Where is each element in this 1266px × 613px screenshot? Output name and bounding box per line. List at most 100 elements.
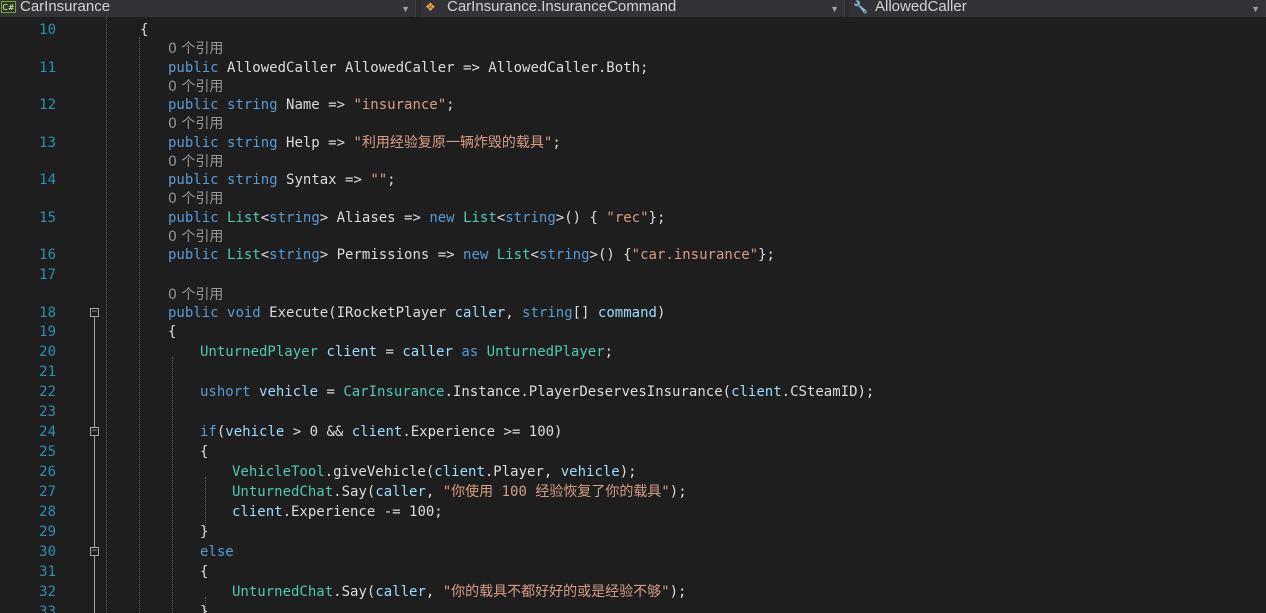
line-number: 19 — [39, 324, 56, 340]
code-token: .Instance.PlayerDeservesInsurance( — [444, 384, 732, 400]
code-token: if — [200, 424, 217, 440]
code-line[interactable]: } — [200, 523, 208, 541]
code-token: List — [227, 210, 261, 226]
member-name: AllowedCaller — [875, 0, 967, 15]
line-number: 28 — [39, 504, 56, 520]
codelens-reference-count[interactable]: 0 个引用 — [168, 41, 223, 57]
code-token: UnturnedChat — [232, 484, 334, 500]
code-token: Execute(IRocketPlayer — [260, 305, 455, 321]
csharp-project-icon: C# — [1, 1, 16, 13]
code-token: public — [168, 135, 219, 151]
code-line[interactable]: UnturnedChat.Say(caller, "你使用 100 经验恢复了你… — [232, 483, 687, 501]
collapse-toggle-icon[interactable]: − — [90, 308, 99, 317]
code-token: "你使用 100 经验恢复了你的载具" — [442, 484, 670, 500]
code-line[interactable]: public AllowedCaller AllowedCaller => Al… — [168, 59, 648, 77]
codelens-reference-count[interactable]: 0 个引用 — [168, 287, 223, 303]
code-token: < — [530, 247, 539, 263]
code-line[interactable]: public List<string> Aliases => new List<… — [168, 209, 665, 227]
line-number: 12 — [39, 97, 56, 113]
code-line[interactable]: { — [200, 443, 208, 461]
code-token: > Permissions => — [319, 247, 464, 263]
chevron-down-icon: ▼ — [401, 4, 410, 14]
code-token: .CSteamID); — [781, 384, 875, 400]
code-token: new — [429, 210, 455, 226]
code-token: < — [260, 210, 270, 226]
project-dropdown[interactable]: C# CarInsurance ▼ — [0, 0, 416, 17]
code-token: ); — [619, 464, 637, 480]
codelens-reference-count[interactable]: 0 个引用 — [168, 79, 223, 95]
indent-guide — [106, 17, 107, 613]
code-token: >() { — [589, 247, 632, 263]
indent-guide — [205, 477, 206, 529]
code-line[interactable]: { — [168, 323, 176, 341]
code-token: Help => — [277, 135, 354, 151]
code-token: { — [200, 564, 209, 580]
type-name: CarInsurance.InsuranceCommand — [447, 0, 677, 15]
code-token: AllowedCaller AllowedCaller => AllowedCa… — [227, 60, 649, 76]
code-token: { — [200, 444, 209, 460]
collapse-toggle-icon[interactable]: − — [90, 547, 99, 556]
code-token: string — [227, 135, 278, 151]
code-token: = — [318, 384, 344, 400]
codelens-reference-count[interactable]: 0 个引用 — [168, 154, 223, 170]
code-line[interactable]: ushort vehicle = CarInsurance.Instance.P… — [200, 383, 874, 401]
code-token: .Say( — [333, 484, 376, 500]
code-line[interactable]: public string Help => "利用经验复原一辆炸毁的载具"; — [168, 134, 561, 152]
line-number: 17 — [39, 267, 56, 283]
line-number: 33 — [39, 604, 56, 613]
code-line[interactable]: public string Name => "insurance"; — [168, 96, 455, 114]
code-line[interactable]: UnturnedChat.Say(caller, "你的载具不都好好的或是经验不… — [232, 583, 686, 601]
code-line[interactable]: public string Syntax => ""; — [168, 171, 396, 189]
code-token: , — [505, 305, 523, 321]
code-editor[interactable]: 0 个引用 0 个引用 0 个引用 0 个引用 0 个引用 0 个引用 0 个引用 10 {11… — [0, 17, 1266, 613]
line-number: 27 — [39, 484, 56, 500]
codelens-reference-count[interactable]: 0 个引用 — [168, 116, 223, 132]
code-line[interactable]: if(vehicle > 0 && client.Experience >= 1… — [200, 423, 562, 441]
code-line[interactable]: else — [200, 543, 234, 561]
code-token: ; — [387, 172, 396, 188]
project-name: CarInsurance — [20, 0, 111, 15]
code-token: { — [140, 22, 149, 38]
code-token: vehicle — [259, 384, 319, 400]
code-token: List — [496, 247, 531, 263]
code-token: }; — [758, 247, 775, 263]
type-dropdown[interactable]: ❖ CarInsurance.InsuranceCommand ▼ — [421, 0, 845, 17]
code-line[interactable]: client.Experience -= 100; — [232, 503, 443, 521]
code-token: string — [227, 172, 278, 188]
code-token: ); — [669, 584, 687, 600]
code-token: void — [227, 305, 261, 321]
code-token: caller — [375, 484, 426, 500]
line-number: 29 — [39, 524, 56, 540]
code-token: public — [168, 210, 219, 226]
codelens-reference-count[interactable]: 0 个引用 — [168, 191, 223, 207]
class-icon: ❖ — [425, 0, 436, 14]
code-line[interactable]: public void Execute(IRocketPlayer caller… — [168, 304, 665, 322]
collapse-toggle-icon[interactable]: − — [90, 427, 99, 436]
line-number: 30 — [39, 544, 56, 560]
codelens-reference-count[interactable]: 0 个引用 — [168, 229, 223, 245]
code-token: new — [463, 247, 489, 263]
code-token: vehicle — [225, 424, 285, 440]
line-number: 23 — [39, 404, 56, 420]
code-token: [] — [572, 305, 598, 321]
code-line[interactable]: UnturnedPlayer client = caller as Unturn… — [200, 343, 613, 361]
code-token: { — [168, 324, 177, 340]
code-token: string — [269, 210, 320, 226]
code-line[interactable]: { — [140, 21, 148, 39]
code-token: client — [731, 384, 782, 400]
member-dropdown[interactable]: 🔧 AllowedCaller ▼ — [849, 0, 1266, 17]
code-token: caller — [402, 344, 453, 360]
code-line[interactable]: { — [200, 563, 208, 581]
line-number: 32 — [39, 584, 56, 600]
code-token: > 0 && — [284, 424, 352, 440]
code-token: = — [377, 344, 403, 360]
code-line[interactable]: } — [200, 603, 208, 613]
code-token: .Say( — [333, 584, 376, 600]
code-line[interactable]: VehicleTool.giveVehicle(client.Player, v… — [232, 463, 637, 481]
code-line[interactable]: public List<string> Permissions => new L… — [168, 246, 775, 264]
code-token: client — [434, 464, 485, 480]
